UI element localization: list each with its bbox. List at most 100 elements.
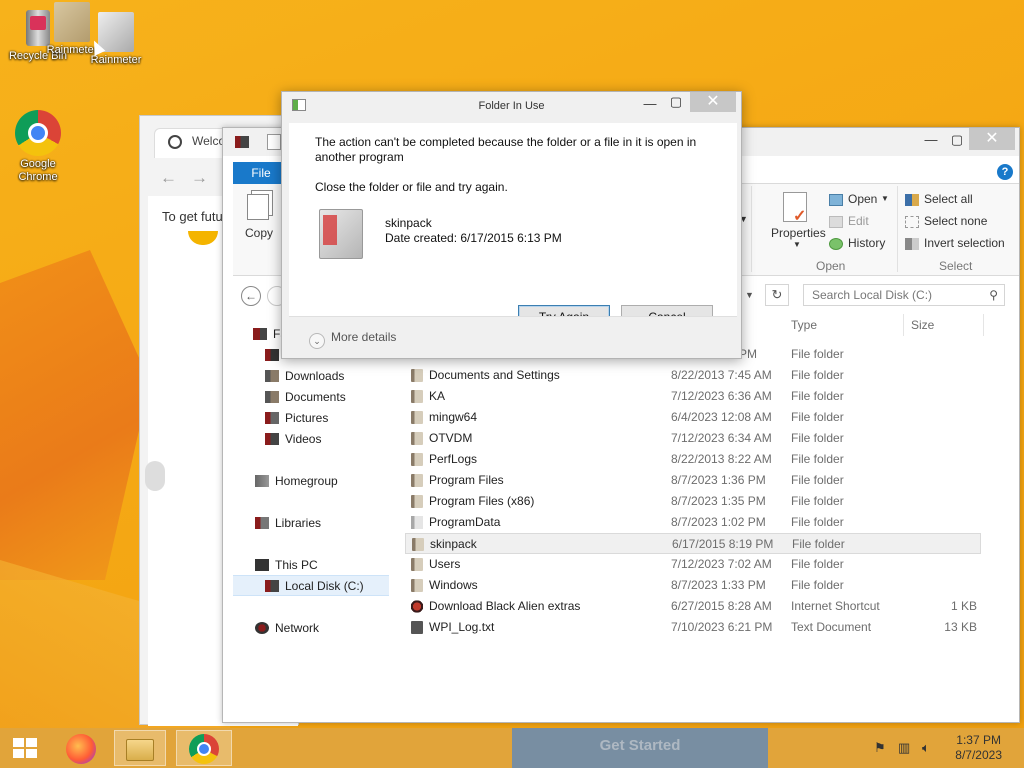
chevron-down-icon[interactable]: ▼: [793, 240, 801, 249]
nav-item-label: Documents: [285, 390, 346, 404]
taskbar-chrome[interactable]: [176, 730, 232, 766]
get-started-button[interactable]: Get Started: [512, 728, 768, 768]
chevron-down-icon: ⌄: [309, 333, 325, 349]
row-type: File folder: [791, 494, 844, 508]
row-date: 6/27/2015 8:28 AM: [671, 599, 772, 613]
scroll-handle[interactable]: [145, 461, 165, 491]
nav-item-label: Pictures: [285, 411, 329, 425]
row-date: 8/7/2023 1:36 PM: [671, 473, 766, 487]
history-button[interactable]: History: [848, 236, 885, 250]
item-name: skinpack: [385, 216, 432, 230]
row-date: 7/12/2023 6:34 AM: [671, 431, 772, 445]
table-row[interactable]: Program Files 8/7/2023 1:36 PM File folder: [405, 470, 981, 491]
volume-icon[interactable]: 🔈︎: [922, 740, 930, 756]
table-row[interactable]: ProgramData 8/7/2023 1:02 PM File folder: [405, 512, 981, 533]
dialog-titlebar[interactable]: Folder In Use — ▢ ✕: [282, 92, 741, 120]
taskbar: Get Started ⚑ ▥ 🔈︎ 1:37 PM 8/7/2023: [0, 728, 1024, 768]
table-row[interactable]: Windows 8/7/2023 1:33 PM File folder: [405, 575, 981, 596]
table-row[interactable]: WPI_Log.txt 7/10/2023 6:21 PM Text Documen…: [405, 617, 981, 638]
nav-item-local-disk[interactable]: Local Disk (C:): [233, 575, 389, 596]
windows-logo-icon: [13, 738, 37, 758]
table-row[interactable]: OTVDM 7/12/2023 6:34 AM File folder: [405, 428, 981, 449]
table-row[interactable]: Documents and Settings 8/22/2013 7:45 AM F…: [405, 365, 981, 386]
browser-tab-label: Welco: [192, 134, 226, 148]
row-name: OTVDM: [429, 431, 473, 445]
select-none-button[interactable]: Select none: [924, 214, 987, 228]
table-row[interactable]: Program Files (x86) 8/7/2023 1:35 PM File …: [405, 491, 981, 512]
row-size: 1 KB: [950, 599, 977, 613]
folder-icon: [411, 390, 423, 403]
minimize-button[interactable]: —: [917, 130, 945, 150]
table-row-selected[interactable]: skinpack 6/17/2015 8:19 PM File folder: [405, 533, 981, 554]
refresh-button[interactable]: ↻: [765, 284, 789, 306]
internet-shortcut-icon: [411, 600, 423, 613]
select-all-button[interactable]: Select all: [924, 192, 973, 206]
help-icon[interactable]: ?: [997, 164, 1013, 180]
open-icon: [829, 194, 843, 206]
row-date: 7/12/2023 7:02 AM: [671, 557, 772, 571]
clock-date: 8/7/2023: [955, 748, 1002, 762]
close-button[interactable]: ✕: [969, 128, 1015, 150]
minimize-button[interactable]: —: [636, 94, 664, 114]
folder-icon: [411, 474, 423, 487]
search-input[interactable]: Search Local Disk (C:) ⚲: [803, 284, 1005, 306]
maximize-button[interactable]: ▢: [662, 92, 690, 112]
invert-selection-button[interactable]: Invert selection: [924, 236, 1005, 250]
downloads-icon: [265, 370, 279, 382]
open-button[interactable]: Open: [848, 192, 877, 206]
folder-icon: [412, 538, 424, 551]
search-icon[interactable]: ⚲: [989, 288, 998, 302]
network-icon[interactable]: ▥: [898, 740, 910, 756]
row-name: Program Files: [429, 473, 504, 487]
nav-item-libraries[interactable]: Libraries: [255, 513, 413, 534]
address-dropdown-icon[interactable]: ▼: [745, 290, 754, 300]
row-type: File folder: [791, 389, 844, 403]
taskbar-file-explorer[interactable]: [114, 730, 166, 766]
desktop-icon-label: Google Chrome: [18, 158, 58, 183]
nav-item-downloads[interactable]: Downloads: [265, 366, 423, 387]
row-date: 6/4/2023 12:08 AM: [671, 410, 772, 424]
folder-icon: [411, 369, 423, 382]
desktop-icon-google-chrome[interactable]: Google Chrome: [6, 110, 70, 184]
table-row[interactable]: mingw64 6/4/2023 12:08 AM File folder: [405, 407, 981, 428]
back-button[interactable]: ←: [241, 286, 261, 306]
start-button[interactable]: [8, 730, 44, 766]
column-header-type[interactable]: Type: [791, 318, 817, 332]
table-row[interactable]: Users 7/12/2023 7:02 AM File folder: [405, 554, 981, 575]
nav-item-this-pc[interactable]: This PC: [255, 555, 413, 576]
folder-in-use-dialog[interactable]: Folder In Use — ▢ ✕ The action can't be …: [281, 91, 742, 359]
nav-item-network[interactable]: Network: [255, 618, 413, 639]
properties-quick-icon[interactable]: [267, 134, 281, 150]
edit-button[interactable]: Edit: [848, 214, 869, 228]
row-date: 7/10/2023 6:21 PM: [671, 620, 773, 634]
ribbon-group-open: Open: [816, 259, 846, 273]
clock[interactable]: 1:37 PM 8/7/2023: [955, 733, 1002, 763]
chevron-down-icon[interactable]: ▼: [881, 194, 889, 203]
maximize-button[interactable]: ▢: [943, 130, 971, 150]
taskbar-firefox[interactable]: [60, 730, 104, 766]
column-header-size[interactable]: Size: [911, 318, 934, 332]
checkmark-icon: ✓: [793, 208, 807, 225]
documents-icon: [265, 391, 279, 403]
row-type: File folder: [791, 410, 844, 424]
nav-item-videos[interactable]: Videos: [265, 429, 423, 450]
folder-icon: [411, 432, 423, 445]
drive-icon: [265, 580, 279, 592]
browser-nav-arrows[interactable]: ←→: [160, 168, 222, 188]
nav-item-documents[interactable]: Documents: [265, 387, 423, 408]
row-type: File folder: [791, 347, 844, 361]
close-button[interactable]: ✕: [690, 92, 736, 112]
nav-item-homegroup[interactable]: Homegroup: [255, 471, 413, 492]
row-name: PerfLogs: [429, 452, 478, 466]
table-row[interactable]: KA 7/12/2023 6:36 AM File folder: [405, 386, 981, 407]
nav-item-pictures[interactable]: Pictures: [265, 408, 423, 429]
table-row[interactable]: Download Black Alien extras 6/27/2015 8:2…: [405, 596, 981, 617]
flag-icon[interactable]: ⚑: [874, 740, 886, 756]
copy-button[interactable]: Copy: [245, 226, 273, 240]
row-size: 13 KB: [944, 620, 977, 634]
table-row[interactable]: PerfLogs 8/22/2013 8:22 AM File folder: [405, 449, 981, 470]
more-details-toggle[interactable]: ⌄ More details: [309, 330, 396, 349]
row-date: 8/7/2023 1:35 PM: [671, 494, 766, 508]
nav-item-label: Local Disk (C:): [285, 579, 364, 593]
ribbon-group-select: Select: [939, 259, 973, 273]
